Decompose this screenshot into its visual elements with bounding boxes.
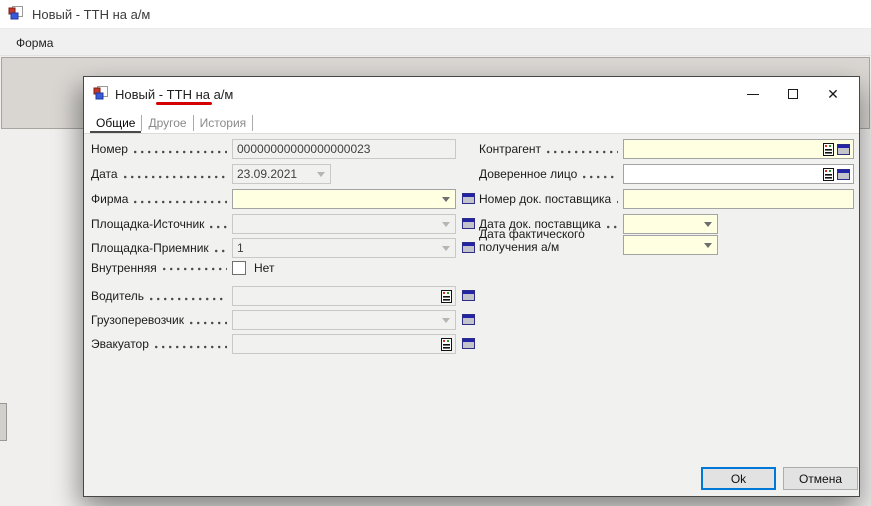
open-form-icon — [837, 169, 850, 180]
field-row-data-dok-postavshchika: Дата док. поставщика — [84, 214, 859, 234]
open-form-icon — [837, 144, 850, 155]
open-form-button[interactable] — [461, 289, 476, 302]
list-select-icon — [441, 290, 452, 303]
checkbox-label: Нет — [254, 260, 274, 276]
chevron-down-icon[interactable] — [704, 222, 712, 231]
minimize-icon — [747, 94, 759, 95]
list-select-button[interactable] — [441, 290, 452, 303]
field-label: Номер док. поставщика — [479, 192, 611, 206]
gruzoperevozchik-combobox[interactable] — [232, 310, 456, 330]
data-fakticheskogo-polucheniya-combobox[interactable] — [623, 235, 718, 255]
field-label: Доверенное лицо — [479, 167, 577, 181]
field-row-voditel: Водитель — [84, 286, 859, 306]
field-label: Эвакуатор — [91, 337, 149, 351]
app-icon — [93, 85, 109, 104]
list-select-icon — [441, 338, 452, 351]
tab-istoriya[interactable]: История — [194, 114, 253, 133]
chevron-down-icon[interactable] — [442, 318, 450, 327]
scrollbar-fragment[interactable] — [0, 403, 7, 441]
tab-strip: Общие Другое История — [90, 113, 253, 133]
menu-bar: Форма — [0, 30, 871, 56]
field-row-data-fakticheskogo-polucheniya: Дата фактического получения а/м — [84, 235, 859, 255]
maximize-button[interactable] — [773, 81, 813, 107]
close-icon: ✕ — [827, 87, 839, 101]
open-form-icon — [462, 338, 475, 349]
red-underline-annotation — [156, 102, 212, 105]
field-row-evakuator: Эвакуатор — [84, 334, 859, 354]
tab-drugoe[interactable]: Другое — [142, 114, 192, 133]
chevron-down-icon[interactable] — [704, 243, 712, 252]
data-dok-postavshchika-combobox[interactable] — [623, 214, 718, 234]
field-label: Дата фактического получения а/м — [479, 228, 624, 254]
minimize-button[interactable] — [733, 81, 773, 107]
maximize-icon — [788, 89, 798, 99]
field-row-gruzoperevozchik: Грузоперевозчик — [84, 310, 859, 330]
open-form-button[interactable] — [837, 144, 850, 155]
dotted-leader — [163, 266, 227, 272]
evakuator-field[interactable] — [232, 334, 456, 354]
dialog-window: Новый - ТТН на а/м ✕ Общие Другое Истори… — [83, 76, 860, 497]
field-row-doverennoe-litso: Доверенное лицо — [84, 164, 859, 184]
dotted-leader — [155, 344, 227, 350]
field-row-nomer-dok-postavshchika: Номер док. поставщика — [84, 189, 859, 209]
dotted-leader — [583, 174, 618, 180]
dotted-leader — [150, 296, 227, 302]
open-form-icon — [462, 314, 475, 325]
list-select-button[interactable] — [823, 168, 834, 181]
field-label: Внутренняя — [91, 261, 157, 275]
open-form-button[interactable] — [461, 337, 476, 350]
dotted-leader — [190, 320, 227, 326]
dialog-title: Новый - ТТН на а/м — [115, 87, 233, 102]
voditel-field[interactable] — [232, 286, 456, 306]
background-window-titlebar: Новый - ТТН на а/м — [0, 0, 871, 29]
list-select-button[interactable] — [823, 143, 834, 156]
doverennoe-litso-field[interactable] — [623, 164, 854, 184]
background-window-title: Новый - ТТН на а/м — [32, 7, 150, 22]
field-label: Контрагент — [479, 142, 541, 156]
app-icon — [8, 5, 24, 24]
open-form-button[interactable] — [837, 169, 850, 180]
open-form-button[interactable] — [461, 313, 476, 326]
field-label: Водитель — [91, 289, 144, 303]
menu-item-forma[interactable]: Форма — [0, 36, 63, 50]
field-row-kontragent: Контрагент — [84, 139, 859, 159]
dotted-leader — [617, 199, 618, 205]
dialog-titlebar: Новый - ТТН на а/м ✕ — [84, 77, 859, 111]
close-button[interactable]: ✕ — [813, 81, 853, 107]
list-select-icon — [823, 143, 834, 156]
ok-button[interactable]: Ok — [701, 467, 776, 490]
tab-obshchie[interactable]: Общие — [90, 114, 141, 133]
vnutrennyaya-checkbox[interactable] — [232, 261, 246, 275]
list-select-icon — [823, 168, 834, 181]
dotted-leader — [547, 149, 618, 155]
list-select-button[interactable] — [441, 338, 452, 351]
open-form-icon — [462, 290, 475, 301]
kontragent-field[interactable] — [623, 139, 854, 159]
field-label: Грузоперевозчик — [91, 313, 184, 327]
nomer-dok-postavshchika-textbox[interactable] — [623, 189, 854, 209]
field-row-vnutrennyaya: Внутренняя Нет — [84, 260, 859, 276]
cancel-button[interactable]: Отмена — [783, 467, 858, 490]
